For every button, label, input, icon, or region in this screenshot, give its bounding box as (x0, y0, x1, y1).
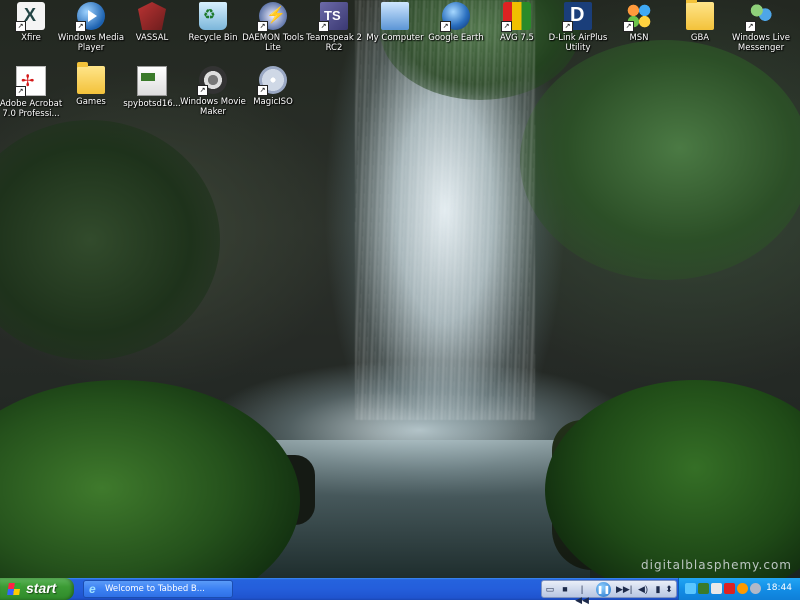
tray-messenger-icon[interactable] (737, 583, 748, 594)
desktop-icon-label: Games (76, 97, 106, 107)
start-label: start (26, 580, 57, 596)
magiciso-icon: ↗ (257, 66, 287, 96)
system-tray: 18:44 (678, 578, 800, 600)
avg-icon: ↗ (501, 2, 531, 32)
more-options-button[interactable]: ⬍ (664, 584, 674, 595)
desktop-icon-teamspeak[interactable]: ↗ Teamspeak 2 RC2 (299, 2, 369, 53)
msn-icon: ↗ (623, 2, 653, 32)
desktop-icon-label: spybotsd16... (123, 99, 181, 109)
shortcut-arrow-icon: ↗ (440, 21, 451, 32)
desktop-icon-label: My Computer (366, 33, 424, 43)
shortcut-arrow-icon: ↗ (15, 86, 26, 97)
desktop-icon-gba[interactable]: GBA (665, 0, 735, 43)
adobe-acrobat-icon: ↗ (15, 66, 46, 97)
desktop-icon-google-earth[interactable]: ↗ Google Earth (421, 2, 491, 43)
recycle-bin-icon (199, 2, 227, 30)
dlink-icon: ↗ (562, 2, 592, 32)
tray-app-icon[interactable] (724, 583, 735, 594)
shortcut-arrow-icon: ↗ (501, 21, 512, 32)
desktop-icon-vassal[interactable]: VASSAL (117, 2, 187, 43)
desktop-icon-label: Teamspeak 2 RC2 (306, 33, 362, 53)
desktop-icon-magiciso[interactable]: ↗ MagicISO (238, 66, 308, 107)
wallpaper-ferns-left (0, 380, 300, 578)
taskbar-button-label: Welcome to Tabbed B... (105, 584, 205, 594)
seek-slider[interactable]: ▮ (654, 584, 662, 595)
google-earth-icon: ↗ (440, 2, 470, 32)
start-button[interactable]: start (0, 578, 74, 600)
desktop-icon-spybot[interactable]: spybotsd16... (117, 66, 187, 109)
wallpaper-waterfall (355, 0, 535, 420)
desktop-icon-games[interactable]: Games (56, 62, 126, 107)
desktop-icon-label: Windows Live Messenger (731, 33, 790, 53)
media-player-toolbar: ▭ ■ |◀◀ ❚❚ ▶▶| ◀) ▮ ⬍ (541, 580, 677, 605)
taskbar-button-browser[interactable]: e Welcome to Tabbed B... (83, 580, 233, 598)
desktop-icon-label: DAEMON Tools Lite (242, 33, 304, 53)
desktop-icon-label: Google Earth (428, 33, 484, 43)
shortcut-arrow-icon: ↗ (562, 21, 573, 32)
desktop-icon-label: VASSAL (135, 33, 169, 43)
desktop-icon-msn[interactable]: ↗ MSN (604, 2, 674, 43)
desktop-icon-label: MagicISO (253, 97, 293, 107)
wallpaper-foliage-right (520, 40, 800, 280)
shortcut-arrow-icon: ↗ (623, 21, 634, 32)
wallpaper-foliage-left (0, 120, 220, 360)
my-computer-icon (381, 2, 409, 30)
tray-clock[interactable]: 18:44 (766, 583, 792, 593)
desktop-icon-label: MSN (629, 33, 649, 43)
tray-display-icon[interactable] (711, 583, 722, 594)
teamspeak-icon: ↗ (318, 2, 348, 32)
wallpaper-ferns-right (545, 380, 800, 578)
folder-icon (686, 0, 714, 30)
desktop-icon-windows-live-messenger[interactable]: ↗ Windows Live Messenger (726, 2, 796, 53)
xfire-icon: ↗ (15, 2, 45, 32)
pause-button[interactable]: ❚❚ (596, 582, 611, 597)
desktop-icon-label: GBA (690, 33, 710, 43)
shortcut-arrow-icon: ↗ (318, 21, 329, 32)
desktop-icon-daemon-tools[interactable]: ↗ DAEMON Tools Lite (238, 2, 308, 53)
tray-antivirus-icon[interactable] (698, 583, 709, 594)
desktop-icon-label: D-Link AirPlus Utility (548, 33, 608, 53)
desktop-icon-dlink[interactable]: ↗ D-Link AirPlus Utility (543, 2, 613, 53)
shortcut-arrow-icon: ↗ (15, 21, 26, 32)
windows-media-player-icon: ↗ (75, 2, 105, 32)
taskbar: start e Welcome to Tabbed B... ▭ ■ |◀◀ ❚… (0, 578, 800, 605)
wallpaper-watermark: digitalblasphemy.com (641, 558, 792, 572)
windows-flag-icon (7, 583, 21, 595)
desktop-icon-label: Windows Media Player (57, 33, 125, 53)
shortcut-arrow-icon: ↗ (197, 85, 208, 96)
windows-movie-maker-icon: ↗ (197, 66, 227, 96)
daemon-tools-icon: ↗ (257, 2, 287, 32)
spybot-icon (137, 66, 167, 96)
tray-network-icon[interactable] (685, 583, 696, 594)
folder-icon (77, 62, 105, 94)
windows-live-messenger-icon: ↗ (745, 2, 775, 32)
desktop-icon-windows-media-player[interactable]: ↗ Windows Media Player (56, 2, 126, 53)
shortcut-arrow-icon: ↗ (75, 21, 86, 32)
tray-security-icon[interactable] (750, 583, 761, 594)
shortcut-arrow-icon: ↗ (257, 85, 268, 96)
internet-explorer-icon: e (89, 582, 96, 596)
volume-button[interactable]: ◀) (636, 584, 650, 595)
desktop-icon-my-computer[interactable]: My Computer (360, 2, 430, 43)
desktop-icon-label: AVG 7.5 (500, 33, 534, 43)
previous-button[interactable]: |◀◀ (575, 584, 589, 605)
stop-button[interactable]: ■ (560, 584, 570, 595)
next-button[interactable]: ▶▶| (616, 584, 632, 595)
shortcut-arrow-icon: ↗ (257, 21, 268, 32)
shortcut-arrow-icon: ↗ (745, 21, 756, 32)
vassal-icon (138, 2, 166, 30)
desktop-icon-avg[interactable]: ↗ AVG 7.5 (482, 2, 552, 43)
restore-player-button[interactable]: ▭ (545, 584, 555, 595)
